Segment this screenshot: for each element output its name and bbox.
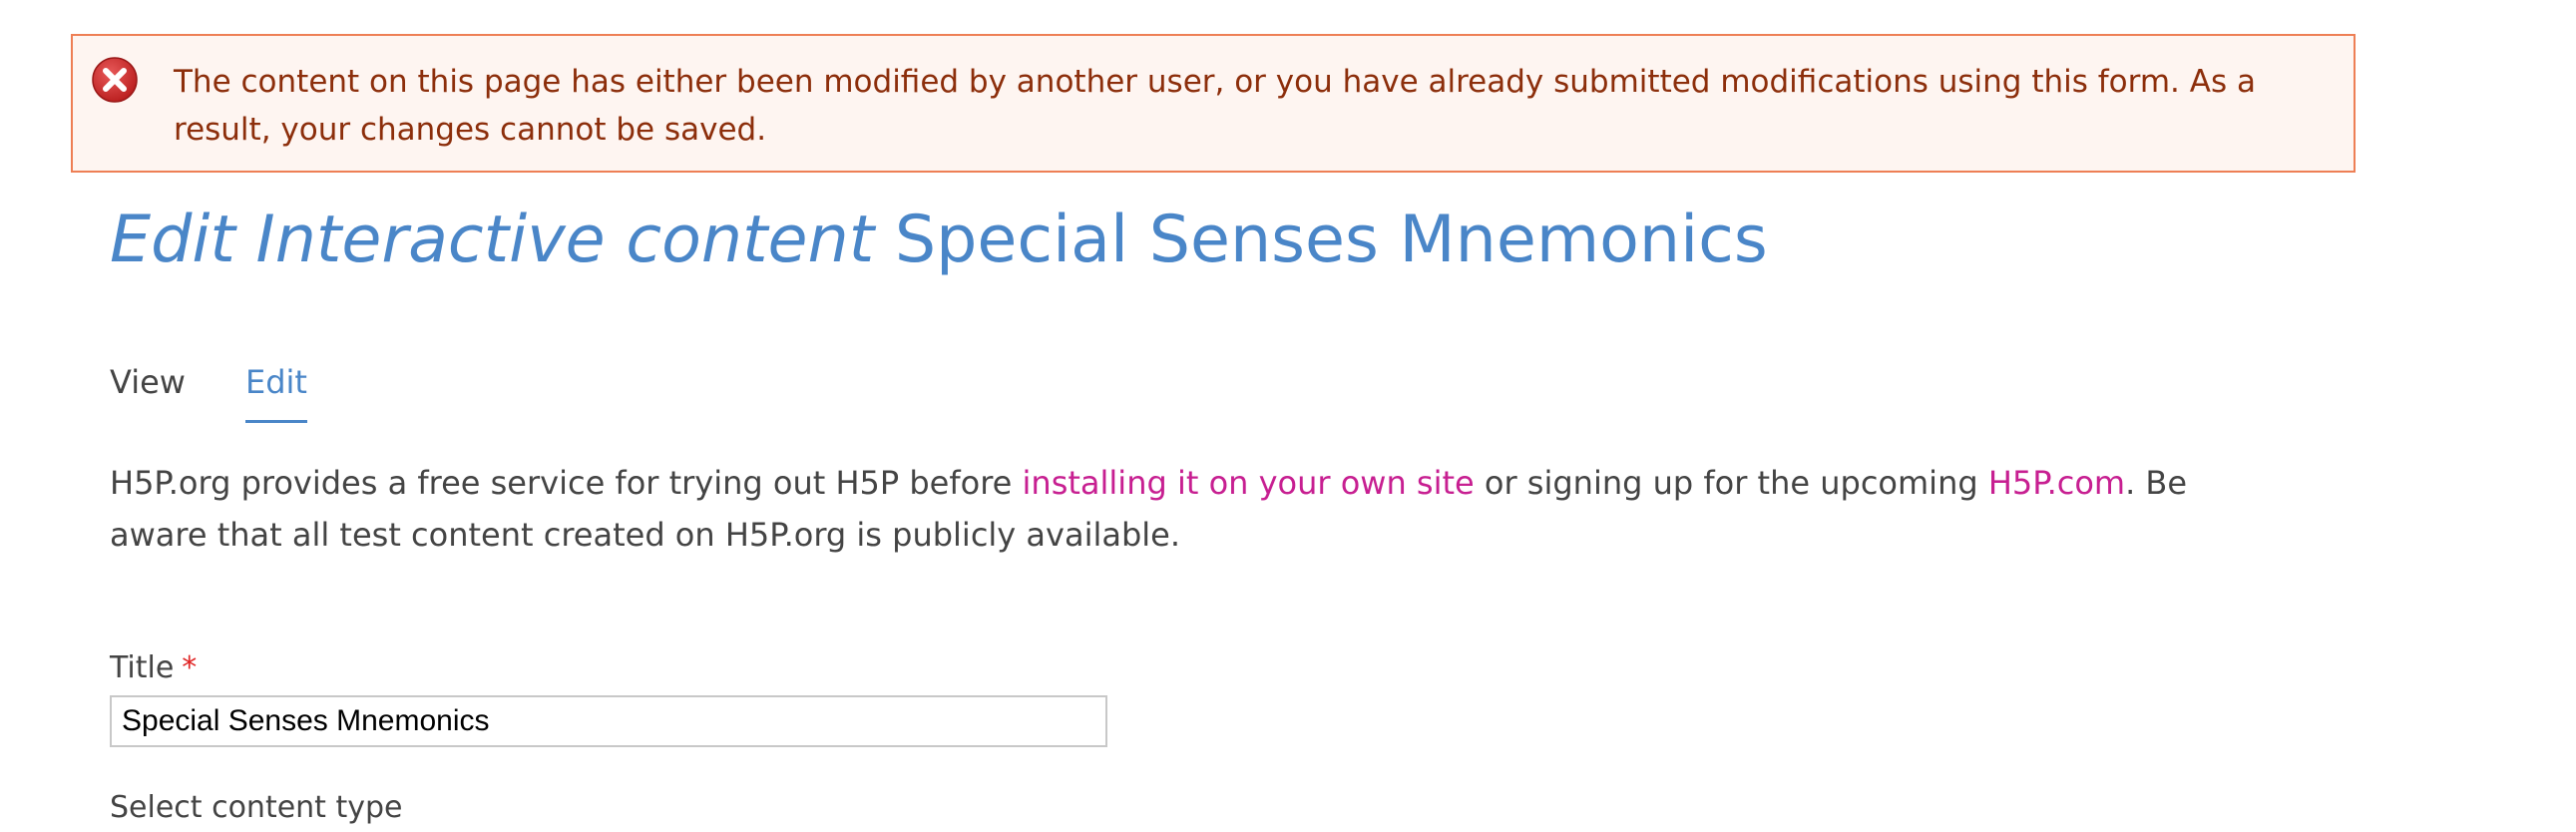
error-message-box: The content on this page has either been… xyxy=(71,34,2356,173)
h5p-com-link[interactable]: H5P.com xyxy=(1988,464,2125,502)
required-marker: * xyxy=(182,650,198,685)
title-field-label: Title * xyxy=(110,646,197,690)
title-label-text: Title xyxy=(110,650,175,685)
title-input[interactable] xyxy=(110,695,1107,747)
page-title-content-name: Special Senses Mnemonics xyxy=(894,203,1768,277)
page-title-prefix: Edit Interactive content xyxy=(110,203,875,277)
select-content-type-label: Select content type xyxy=(110,790,403,825)
intro-text-part1: H5P.org provides a free service for tryi… xyxy=(110,464,1023,502)
error-x-icon xyxy=(92,57,138,103)
tab-view[interactable]: View xyxy=(110,356,186,408)
page-title: Edit Interactive content Special Senses … xyxy=(110,196,1768,285)
intro-text-part2: or signing up for the upcoming xyxy=(1474,464,1988,502)
error-message-text: The content on this page has either been… xyxy=(174,64,2256,148)
tab-edit[interactable]: Edit xyxy=(245,356,307,423)
intro-text: H5P.org provides a free service for tryi… xyxy=(110,457,2285,561)
install-link[interactable]: installing it on your own site xyxy=(1023,464,1475,502)
